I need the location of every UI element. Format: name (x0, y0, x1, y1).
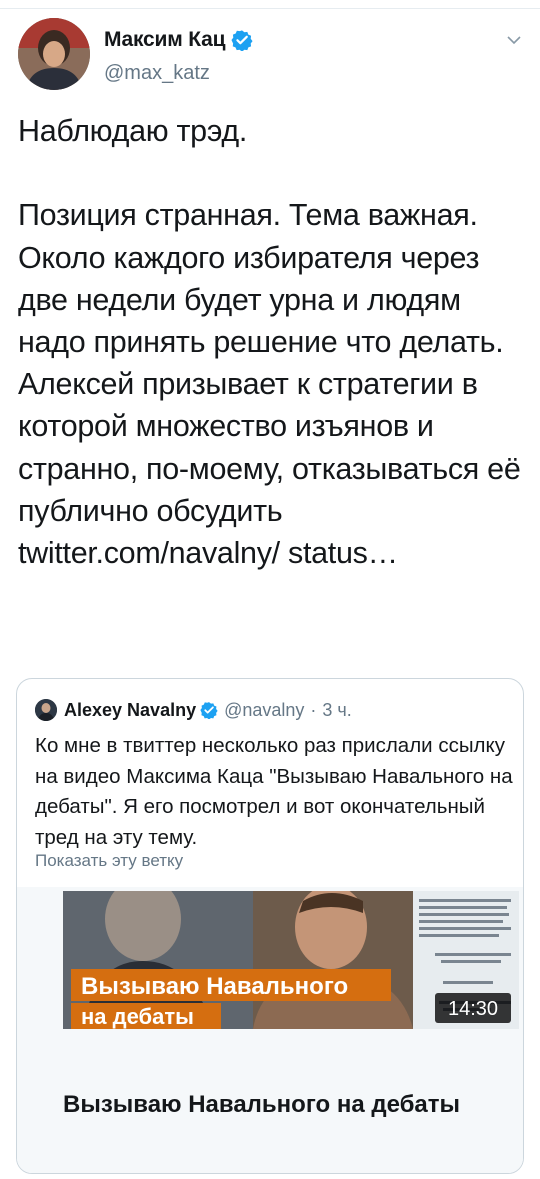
tweet-text: Наблюдаю трэд. Позиция странная. Тема ва… (18, 114, 521, 571)
author-handle[interactable]: @max_katz (104, 62, 210, 85)
quoted-author-handle: @navalny (224, 699, 305, 720)
author-name[interactable]: Максим Кац (104, 28, 225, 52)
quoted-timestamp: 3 ч. (322, 699, 352, 720)
dot-separator: · (310, 699, 317, 720)
quoted-author-name: Alexey Navalny (64, 699, 197, 720)
video-card[interactable]: Вызываю Навального на дебаты 14:30 Вызыв… (17, 887, 523, 1173)
quoted-tweet[interactable]: Alexey Navalny @navalny · 3 ч. Ко мне в … (16, 678, 524, 1174)
thumbnail-title-line2: на дебаты (81, 1004, 194, 1029)
video-duration: 14:30 (448, 998, 498, 1020)
video-thumbnail[interactable]: Вызываю Навального на дебаты 14:30 (63, 891, 519, 1029)
top-divider (0, 0, 540, 9)
thumbnail-title-line1: Вызываю Навального (81, 973, 348, 1000)
chevron-down-icon[interactable] (506, 34, 522, 46)
author-avatar[interactable] (18, 18, 90, 90)
verified-badge-icon (200, 702, 218, 719)
video-card-title[interactable]: Вызываю Навального на дебаты (63, 1087, 473, 1123)
quoted-tweet-text: Ко мне в твиттер несколько раз прислали … (35, 734, 513, 849)
show-thread-link[interactable]: Показать эту ветку (35, 851, 183, 871)
verified-badge-icon (231, 30, 253, 51)
quoted-avatar (35, 699, 57, 721)
